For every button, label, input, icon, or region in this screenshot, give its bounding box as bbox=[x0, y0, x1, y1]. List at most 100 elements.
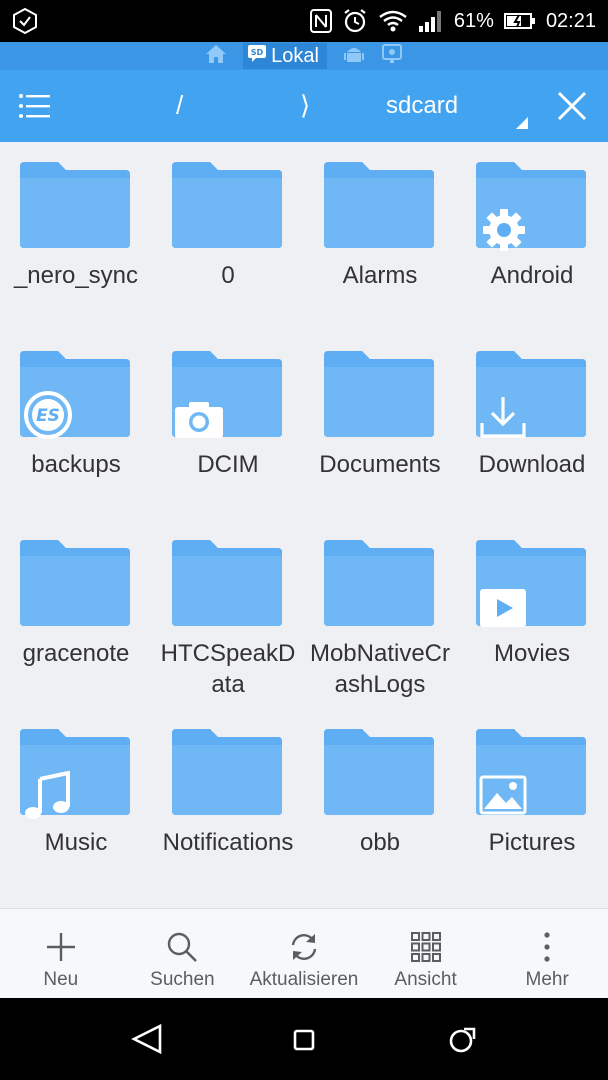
folder-item[interactable]: Pictures bbox=[456, 709, 608, 898]
folder-icon bbox=[172, 729, 282, 815]
signal-icon bbox=[418, 10, 444, 32]
folder-icon bbox=[476, 162, 586, 251]
folder-name: Android bbox=[490, 262, 574, 289]
folder-icon bbox=[324, 351, 434, 437]
folder-item[interactable]: Android bbox=[456, 142, 608, 331]
shield-check-icon bbox=[12, 8, 38, 34]
folder-name: Download bbox=[478, 451, 586, 478]
folder-name: Pictures bbox=[488, 829, 576, 856]
folder-icon bbox=[20, 540, 130, 626]
folder-name: Documents bbox=[319, 451, 441, 478]
folder-item[interactable]: Notifications bbox=[152, 709, 304, 898]
folder-item[interactable]: HTCSpeakData bbox=[152, 520, 304, 709]
folder-item[interactable]: _nero_sync bbox=[0, 142, 152, 331]
folder-name: obb bbox=[359, 829, 401, 856]
refresh-icon bbox=[288, 931, 320, 968]
bottom-bar-suchen-button[interactable]: Suchen bbox=[122, 909, 244, 998]
location-tab-label: Lokal bbox=[271, 45, 319, 67]
folder-name: 0 bbox=[221, 262, 235, 289]
bottom-bar-aktualisieren-button[interactable]: Aktualisieren bbox=[243, 909, 365, 998]
folder-name: _nero_sync bbox=[13, 262, 139, 289]
bottom-action-bar: Neu Suchen Aktualisieren Ansicht Mehr bbox=[0, 908, 608, 998]
download-icon bbox=[478, 395, 528, 444]
menu-icon[interactable] bbox=[18, 90, 52, 122]
folder-name: Movies bbox=[493, 640, 571, 667]
bottom-bar-mehr-button[interactable]: Mehr bbox=[486, 909, 608, 998]
folder-icon bbox=[324, 540, 434, 626]
folder-icon bbox=[476, 729, 586, 815]
folder-icon bbox=[20, 162, 130, 248]
folder-name: backups bbox=[31, 451, 121, 478]
location-tab-local[interactable]: SD Lokal bbox=[243, 43, 327, 69]
folder-icon: ES bbox=[20, 351, 130, 439]
battery-percent: 61% bbox=[453, 9, 494, 32]
back-icon[interactable] bbox=[130, 1023, 164, 1059]
folder-icon bbox=[476, 540, 586, 627]
bottom-bar-ansicht-button[interactable]: Ansicht bbox=[365, 909, 487, 998]
folder-name: HTCSpeakData bbox=[160, 640, 296, 698]
folder-grid: _nero_sync 0 Alarms Android ES backups DCIM Doc… bbox=[0, 142, 608, 908]
play-icon bbox=[479, 588, 527, 633]
folder-name: MobNativeCrashLogs bbox=[309, 640, 451, 698]
folder-item[interactable]: ES backups bbox=[0, 331, 152, 520]
recent-apps-icon[interactable] bbox=[447, 1026, 477, 1059]
folder-item[interactable]: Alarms bbox=[304, 142, 456, 331]
bottom-bar-neu-button[interactable]: Neu bbox=[0, 909, 122, 998]
image-icon bbox=[479, 775, 527, 820]
folder-item[interactable]: gracenote bbox=[0, 520, 152, 709]
bottom-bar-label: Neu bbox=[43, 969, 79, 990]
nfc-icon bbox=[309, 9, 332, 33]
folder-item[interactable]: obb bbox=[304, 709, 456, 898]
path-root-segment[interactable]: / bbox=[176, 90, 183, 121]
network-icon[interactable] bbox=[381, 43, 403, 70]
folder-name: gracenote bbox=[22, 640, 130, 667]
folder-item[interactable]: Documents bbox=[304, 331, 456, 520]
folder-item[interactable]: Music bbox=[0, 709, 152, 898]
music-note-icon bbox=[22, 770, 72, 826]
android-icon[interactable] bbox=[343, 43, 365, 70]
camera-icon bbox=[174, 401, 224, 444]
alarm-icon bbox=[342, 8, 368, 34]
folder-item[interactable]: Download bbox=[456, 331, 608, 520]
location-strip: SD Lokal bbox=[0, 42, 608, 70]
bottom-bar-label: Suchen bbox=[150, 969, 215, 990]
svg-text:SD: SD bbox=[251, 48, 264, 57]
path-current-segment[interactable]: sdcard bbox=[386, 92, 458, 120]
folder-icon bbox=[172, 540, 282, 626]
gear-icon bbox=[480, 206, 528, 259]
bottom-bar-label: Aktualisieren bbox=[249, 969, 359, 990]
wifi-icon bbox=[378, 9, 408, 33]
folder-item[interactable]: 0 bbox=[152, 142, 304, 331]
folder-name: Alarms bbox=[342, 262, 418, 289]
folder-icon bbox=[20, 729, 130, 819]
more-icon bbox=[542, 931, 552, 968]
folder-icon bbox=[172, 351, 282, 438]
grid-icon bbox=[410, 931, 442, 968]
folder-icon bbox=[476, 351, 586, 438]
path-separator: ⟩ bbox=[300, 90, 311, 120]
close-icon[interactable] bbox=[556, 90, 588, 122]
es-logo-icon: ES bbox=[23, 390, 73, 445]
dropdown-corner-icon[interactable] bbox=[516, 116, 528, 134]
folder-name: DCIM bbox=[197, 451, 259, 478]
sd-card-icon: SD bbox=[247, 43, 267, 69]
folder-name: Notifications bbox=[162, 829, 294, 856]
plus-icon bbox=[45, 931, 77, 968]
folder-icon bbox=[324, 162, 434, 248]
search-icon bbox=[166, 931, 198, 968]
toolbar: / ⟩ sdcard bbox=[0, 70, 608, 142]
home-icon[interactable] bbox=[205, 44, 227, 69]
bottom-bar-label: Mehr bbox=[525, 969, 569, 990]
bottom-bar-label: Ansicht bbox=[394, 969, 457, 990]
folder-icon bbox=[324, 729, 434, 815]
folder-name: Music bbox=[44, 829, 108, 856]
clock: 02:21 bbox=[545, 9, 596, 32]
folder-icon bbox=[172, 162, 282, 248]
home-square-icon[interactable] bbox=[293, 1029, 315, 1056]
folder-item[interactable]: Movies bbox=[456, 520, 608, 709]
folder-item[interactable]: DCIM bbox=[152, 331, 304, 520]
navigation-bar bbox=[0, 998, 608, 1080]
status-bar: 61% 02:21 bbox=[0, 0, 608, 42]
folder-item[interactable]: MobNativeCrashLogs bbox=[304, 520, 456, 709]
svg-text:ES: ES bbox=[36, 406, 60, 426]
